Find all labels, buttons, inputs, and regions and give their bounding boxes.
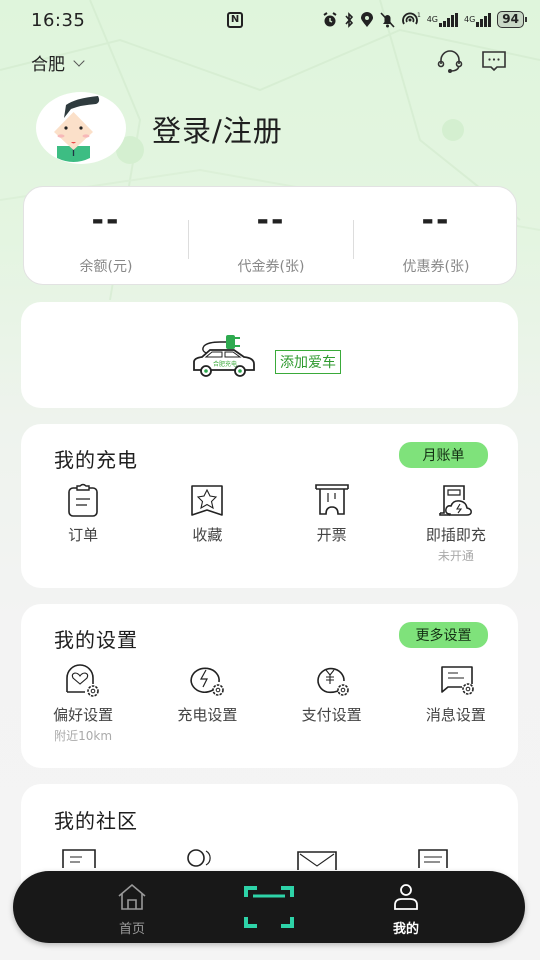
section-title: 我的充电 — [54, 448, 138, 472]
message-settings-icon — [441, 666, 474, 695]
car-text: 合肥充电 — [213, 360, 237, 368]
city-selector[interactable]: 合肥 — [31, 50, 85, 75]
invoice-icon — [314, 484, 349, 515]
balance-value: -- — [91, 203, 121, 238]
car-plug-icon: 合肥充电 — [193, 335, 255, 377]
voucher-label: 代金券(张) — [237, 259, 305, 275]
item-label: 支付设置 — [301, 706, 362, 724]
coupon-stat[interactable]: -- 优惠券(张) — [354, 187, 518, 286]
svg-text:1: 1 — [417, 12, 421, 19]
headset-icon[interactable] — [436, 47, 464, 75]
community-post-icon[interactable] — [62, 848, 98, 868]
city-label: 合肥 — [31, 55, 65, 75]
add-car-button[interactable]: 添加爱车 — [275, 350, 341, 374]
order-icon — [68, 483, 98, 517]
battery-icon: 94 — [497, 11, 527, 28]
item-label: 收藏 — [192, 526, 223, 544]
scan-button[interactable] — [239, 885, 299, 933]
user-icon — [394, 884, 418, 910]
item-label: 开票 — [316, 526, 347, 544]
charging-settings-item[interactable]: 充电设置 — [145, 662, 269, 744]
preference-settings-item[interactable]: 偏好设置 附近10km — [21, 662, 145, 744]
item-label: 充电设置 — [177, 706, 238, 724]
payment-settings-item[interactable]: 支付设置 — [270, 662, 394, 744]
message-settings-item[interactable]: 消息设置 — [394, 662, 518, 744]
plug-charge-icon — [439, 485, 472, 516]
item-label: 即插即充 — [425, 526, 486, 544]
plug-charge-item[interactable]: 即插即充 未开通 — [394, 482, 518, 564]
avatar[interactable] — [36, 92, 126, 164]
login-register-link[interactable]: 登录/注册 — [152, 108, 283, 150]
tab-mine[interactable]: 我的 — [376, 883, 436, 937]
more-settings-button[interactable]: 更多设置 — [399, 622, 488, 648]
section-title: 我的社区 — [54, 809, 138, 833]
alarm-icon — [323, 11, 337, 26]
bluetooth-icon — [345, 11, 353, 28]
item-label: 订单 — [68, 526, 99, 544]
nfc-icon: N — [227, 12, 243, 28]
tab-label: 首页 — [118, 922, 145, 937]
balance-stat[interactable]: -- 余额(元) — [24, 187, 188, 286]
home-icon — [118, 883, 146, 910]
item-sublabel: 附近10km — [54, 729, 113, 743]
my-charging-section: 我的充电 月账单 订单 收藏 开票 即插即充 未开通 — [21, 424, 518, 588]
signal-icon: 4G — [427, 12, 458, 27]
location-icon — [360, 11, 373, 27]
section-title: 我的设置 — [54, 628, 138, 652]
order-item[interactable]: 订单 — [21, 482, 145, 564]
community-group-icon[interactable] — [184, 848, 220, 868]
mute-icon — [380, 11, 395, 28]
signal-icon: 4G — [464, 12, 492, 27]
favorite-item[interactable]: 收藏 — [145, 482, 269, 564]
bottom-tab-bar: 首页 我的 — [13, 871, 525, 943]
account-stats-card: -- 余额(元) -- 代金券(张) -- 优惠券(张) — [23, 186, 517, 285]
avatar-face-icon — [54, 96, 100, 162]
add-car-card[interactable]: 合肥充电 添加爱车 — [21, 302, 518, 408]
monthly-bill-button[interactable]: 月账单 — [399, 442, 488, 468]
favorite-icon — [191, 485, 224, 516]
community-mail-icon[interactable] — [297, 850, 337, 870]
item-sublabel: 未开通 — [437, 549, 474, 563]
balance-label: 余额(元) — [79, 259, 133, 275]
my-settings-section: 我的设置 更多设置 偏好设置 附近10km 充电设置 支付设置 消息设置 — [21, 604, 518, 768]
community-note-icon[interactable] — [418, 848, 450, 868]
status-time: 16:35 — [31, 10, 86, 31]
voucher-value: -- — [256, 203, 286, 238]
tab-home[interactable]: 首页 — [102, 883, 162, 937]
voucher-stat[interactable]: -- 代金券(张) — [189, 187, 353, 286]
preference-settings-icon — [66, 664, 99, 697]
chevron-down-icon — [73, 54, 85, 67]
coupon-label: 优惠券(张) — [402, 259, 470, 275]
item-label: 偏好设置 — [53, 706, 114, 724]
tab-label: 我的 — [392, 922, 419, 937]
invoice-item[interactable]: 开票 — [270, 482, 394, 564]
scan-icon — [244, 886, 294, 928]
message-icon[interactable] — [480, 47, 508, 75]
coupon-value: -- — [421, 203, 451, 238]
status-bar: 16:35 N 1 4G 4G 94 — [0, 0, 540, 40]
hotspot-icon: 1 — [401, 12, 421, 24]
charging-settings-icon — [190, 667, 225, 696]
item-label: 消息设置 — [425, 706, 486, 724]
payment-settings-icon — [316, 667, 349, 696]
